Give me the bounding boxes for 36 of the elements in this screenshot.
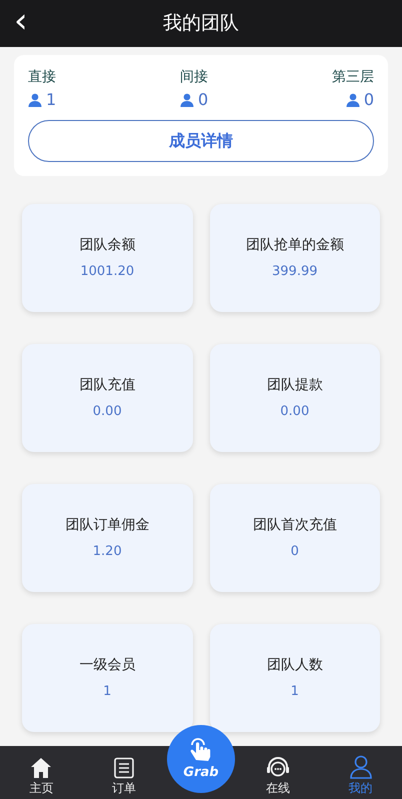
member-count: 0 bbox=[364, 89, 374, 111]
level-label: 直接 bbox=[28, 68, 56, 87]
document-icon bbox=[113, 757, 136, 779]
member-count: 1 bbox=[46, 89, 56, 111]
tab-bar-item[interactable]: 在线 bbox=[236, 746, 320, 799]
headset-chat-icon bbox=[266, 757, 290, 779]
stat-label: 团队订单佣金 bbox=[65, 516, 150, 535]
back-button[interactable]: ‹ bbox=[14, 4, 28, 38]
stat-value: 1.20 bbox=[92, 542, 122, 561]
stat-label: 一级会员 bbox=[79, 656, 136, 675]
stat-label: 团队人数 bbox=[266, 656, 323, 675]
stat-value: 1 bbox=[103, 682, 112, 701]
person-icon bbox=[346, 93, 360, 107]
stat-value: 0 bbox=[290, 542, 299, 561]
level-label: 间接 bbox=[180, 68, 208, 87]
stat-value: 1001.20 bbox=[80, 262, 134, 281]
person-icon bbox=[28, 93, 42, 107]
stat-label: 团队提款 bbox=[266, 376, 323, 395]
page-title: 我的团队 bbox=[163, 11, 239, 36]
stat-value: 0.00 bbox=[280, 402, 310, 421]
member-details-button[interactable]: 成员详情 bbox=[28, 120, 374, 162]
stat-label: 团队充值 bbox=[79, 376, 136, 395]
tab-bar-item[interactable]: 主页 bbox=[0, 746, 83, 799]
person-icon bbox=[348, 755, 373, 779]
stat-label: 团队抢单的金额 bbox=[246, 236, 344, 255]
tab-bar-item[interactable]: 我的 bbox=[319, 746, 402, 799]
stat-label: 团队余额 bbox=[79, 236, 136, 255]
tab-bar-item[interactable]: 订单 bbox=[82, 746, 166, 799]
person-icon bbox=[180, 93, 194, 107]
home-icon bbox=[30, 757, 52, 779]
stat-value: 399.99 bbox=[272, 262, 318, 281]
member-count: 0 bbox=[198, 89, 208, 111]
level-label: 第三层 bbox=[332, 68, 374, 87]
stat-label: 团队首次充值 bbox=[252, 516, 337, 535]
stat-value: 1 bbox=[290, 682, 299, 701]
stat-value: 0.00 bbox=[92, 402, 122, 421]
